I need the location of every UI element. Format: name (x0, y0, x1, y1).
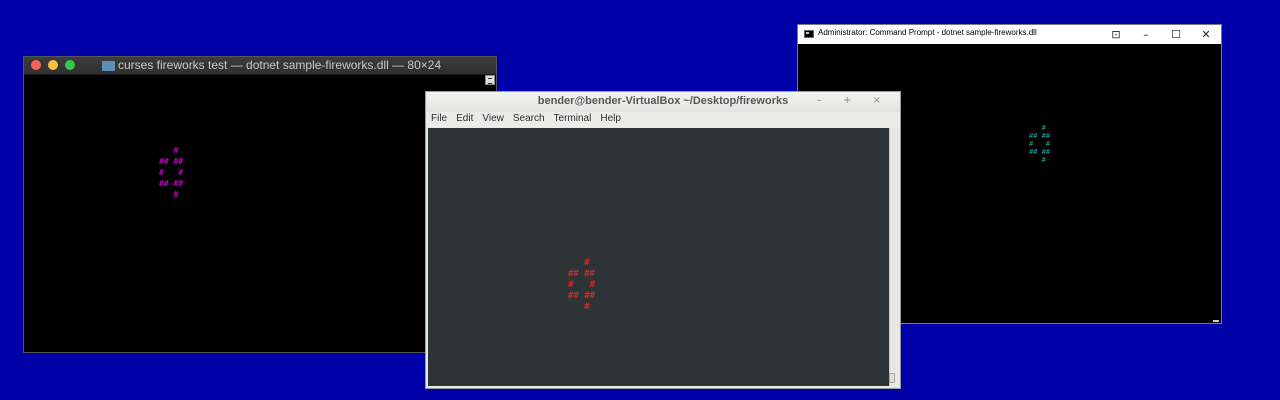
vertical-scrollbar[interactable] (889, 128, 898, 386)
menu-search[interactable]: Search (513, 112, 545, 127)
terminal-content[interactable]: # ## ## # # ## ## # (428, 128, 889, 386)
minimize-button[interactable]: – (1131, 25, 1161, 44)
menu-bar: File Edit View Search Terminal Help (426, 112, 900, 127)
window-title: curses fireworks test — dotnet sample-fi… (118, 58, 442, 72)
menu-help[interactable]: Help (600, 112, 621, 127)
firework-ascii: # ## ## # # ## ## # (568, 258, 596, 312)
mac-titlebar[interactable]: curses fireworks test — dotnet sample-fi… (24, 57, 496, 75)
scroll-indicator-icon[interactable] (485, 75, 495, 85)
menu-view[interactable]: View (482, 112, 504, 127)
folder-icon (102, 61, 115, 71)
firework-ascii: # ## ## # # ## ## # (1029, 124, 1051, 164)
menu-file[interactable]: File (431, 112, 447, 127)
maximize-button[interactable]: ☐ (1161, 25, 1191, 44)
window-title: Administrator: Command Prompt - dotnet s… (818, 28, 1037, 37)
close-button[interactable] (31, 60, 41, 70)
cmd-titlebar[interactable]: Administrator: Command Prompt - dotnet s… (798, 25, 1221, 44)
scrollbar-thumb[interactable] (889, 373, 895, 383)
cmd-icon (804, 30, 814, 38)
linux-terminal-window[interactable]: bender@bender-VirtualBox ~/Desktop/firew… (425, 91, 901, 389)
snap-button[interactable]: ⊡ (1101, 25, 1131, 44)
minimize-button[interactable] (48, 60, 58, 70)
menu-edit[interactable]: Edit (456, 112, 473, 127)
linux-titlebar[interactable]: bender@bender-VirtualBox ~/Desktop/firew… (426, 92, 900, 112)
menu-terminal[interactable]: Terminal (554, 112, 592, 127)
zoom-button[interactable] (65, 60, 75, 70)
window-buttons[interactable]: – + × (817, 95, 890, 106)
close-button[interactable]: ✕ (1191, 25, 1221, 44)
resize-grip[interactable] (1213, 320, 1219, 322)
firework-ascii: # ## ## # # ## ## # (159, 146, 184, 199)
